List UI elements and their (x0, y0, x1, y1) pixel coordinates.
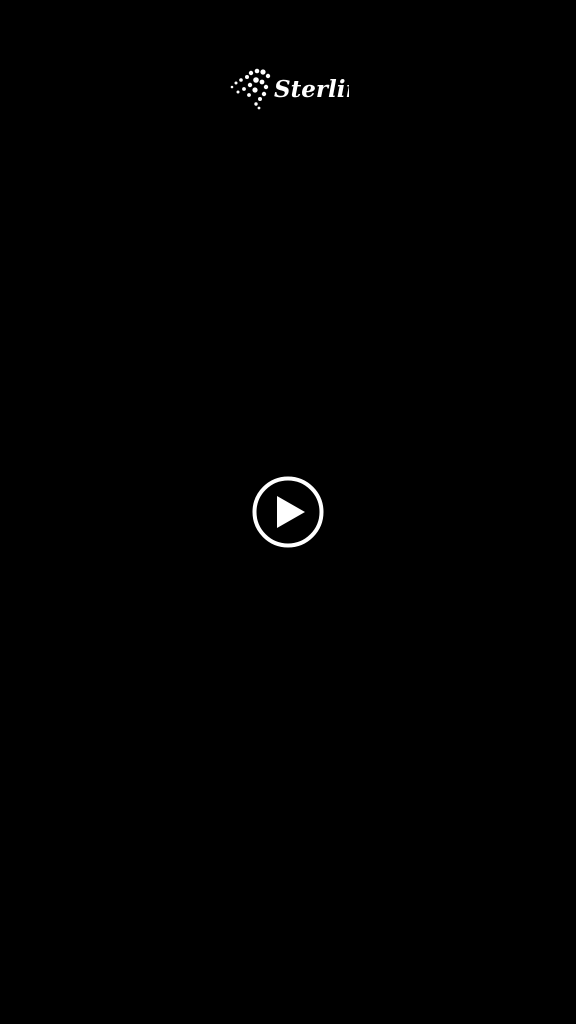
sterling-logo: Sterling (230, 68, 349, 110)
play-circle-icon (252, 476, 324, 548)
brand-logo: Sterling (229, 66, 349, 112)
brand-name: Sterling (274, 76, 349, 103)
dotted-swirl-logo-icon (230, 68, 271, 110)
play-button[interactable] (252, 476, 324, 548)
video-screen: Sterling (0, 0, 576, 1024)
